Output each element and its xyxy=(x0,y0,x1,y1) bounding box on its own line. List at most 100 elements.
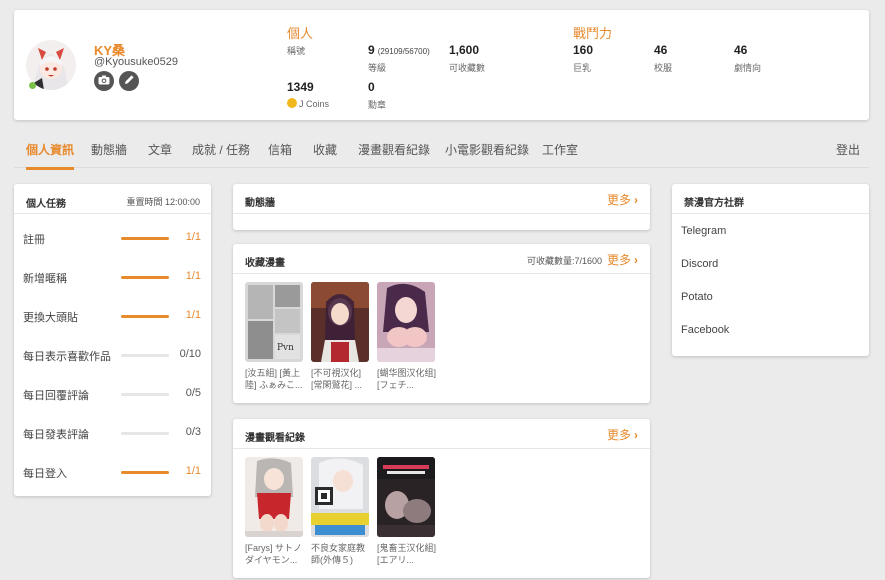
wall-card: 動態牆 更多 › xyxy=(233,184,650,230)
tab-wall[interactable]: 動態牆 xyxy=(91,141,127,167)
coin-icon xyxy=(287,98,297,108)
tab-achievements[interactable]: 成就 / 任務 xyxy=(192,141,250,167)
task-progress-fill xyxy=(121,237,169,240)
community-link-facebook[interactable]: Facebook xyxy=(681,324,729,336)
comic-caption[interactable]: [汝五組] [黃上陸] ふぁみこ... xyxy=(245,367,305,391)
level-progress: (29109/56700) xyxy=(377,47,430,56)
task-name: 每日回覆評論 xyxy=(23,390,89,402)
tab-studio[interactable]: 工作室 xyxy=(542,141,578,167)
comic-cover[interactable]: Pvn xyxy=(245,282,303,362)
chevron-right-icon: › xyxy=(634,428,638,442)
camera-icon xyxy=(98,74,110,88)
comic-caption[interactable]: 不良女家庭教師(外傳５) xyxy=(311,542,371,566)
task-count: 1/1 xyxy=(185,465,201,477)
edit-profile-button[interactable] xyxy=(119,71,139,91)
history-more-link[interactable]: 更多 › xyxy=(607,426,638,443)
comic-caption[interactable]: [Farys] サトノダイヤモン... xyxy=(245,542,305,566)
wall-more-link[interactable]: 更多 › xyxy=(607,191,638,208)
chevron-right-icon: › xyxy=(634,193,638,207)
tab-comic-history[interactable]: 漫畫觀看紀錄 xyxy=(358,141,430,167)
tab-mailbox[interactable]: 信箱 xyxy=(268,141,292,167)
comic-cover[interactable] xyxy=(377,282,435,362)
tasks-header: 個人任務 重置時間 12:00:00 xyxy=(14,184,211,214)
task-progress-fill xyxy=(121,471,169,474)
svg-text:Pvn: Pvn xyxy=(277,343,294,353)
task-progress-bar xyxy=(121,237,169,240)
task-count: 0/5 xyxy=(185,387,201,399)
favorites-capacity: 可收藏數量:7/1600 xyxy=(526,256,602,266)
task-name: 新增暱稱 xyxy=(23,273,67,285)
profile-card: KY桑 @Kyousuke0529 個人 稱號 9 (29109/56700) 等… xyxy=(14,10,869,120)
combat-value: 160 xyxy=(573,43,594,57)
coins-label-wrap: J Coins xyxy=(287,98,329,109)
combat-section-title: 戰鬥力 xyxy=(573,26,613,41)
comic-caption[interactable]: [蝴华图汉化组] [フェチ... xyxy=(377,367,437,391)
comic-cover[interactable] xyxy=(311,282,369,362)
task-progress-bar xyxy=(121,354,169,357)
collectible-label: 可收藏數 xyxy=(449,63,486,73)
task-name: 註冊 xyxy=(23,234,45,246)
task-progress-bar xyxy=(121,432,169,435)
task-name: 每日發表評論 xyxy=(23,429,89,441)
medals-label: 勳章 xyxy=(368,100,387,110)
tab-articles[interactable]: 文章 xyxy=(148,141,172,167)
task-progress-bar xyxy=(121,315,169,318)
online-status-dot xyxy=(29,82,36,89)
comic-caption[interactable]: [鬼畜王汉化組] [エアリ... xyxy=(377,542,437,566)
history-header: 漫畫觀看紀錄 更多 › xyxy=(233,419,650,449)
medals-value: 0 xyxy=(368,80,375,94)
task-count: 1/1 xyxy=(185,309,201,321)
favorites-title: 收藏漫畫 xyxy=(245,258,285,269)
task-progress-fill xyxy=(121,276,169,279)
official-community-panel: 禁漫官方社群 Telegram Discord Potato Facebook xyxy=(672,184,869,356)
task-name: 每日表示喜歡作品 xyxy=(23,351,111,363)
favorites-more-link[interactable]: 更多 › xyxy=(607,251,638,268)
history-title: 漫畫觀看紀錄 xyxy=(245,433,305,444)
tasks-reset-time: 重置時間 12:00:00 xyxy=(126,197,200,207)
chevron-right-icon: › xyxy=(634,253,638,267)
task-name: 每日登入 xyxy=(23,468,67,480)
community-link-discord[interactable]: Discord xyxy=(681,258,718,270)
title-label: 稱號 xyxy=(287,46,306,56)
community-link-potato[interactable]: Potato xyxy=(681,291,713,303)
combat-value: 46 xyxy=(654,43,668,57)
task-progress-fill xyxy=(121,315,169,318)
community-header: 禁漫官方社群 xyxy=(672,184,869,214)
tasks-title: 個人任務 xyxy=(26,199,66,210)
task-progress-bar xyxy=(121,276,169,279)
combat-value: 46 xyxy=(734,43,748,57)
favorites-card: 收藏漫畫 可收藏數量:7/1600 更多 › Pvn [汝五組] [黃上陸] ふぁ… xyxy=(233,244,650,403)
coins-value: 1349 xyxy=(287,80,314,94)
combat-label: 巨乳 xyxy=(573,63,592,73)
comic-cover[interactable] xyxy=(311,457,369,537)
task-progress-bar xyxy=(121,393,169,396)
comic-cover[interactable] xyxy=(377,457,435,537)
task-count: 1/1 xyxy=(185,231,201,243)
task-row: 每日表示喜歡作品 0/10 xyxy=(14,345,211,365)
task-name: 更換大頭貼 xyxy=(23,312,78,324)
task-row: 更換大頭貼 1/1 xyxy=(14,306,211,326)
coins-label: J Coins xyxy=(299,99,330,109)
wall-title: 動態牆 xyxy=(245,198,275,209)
tab-favorites[interactable]: 收藏 xyxy=(313,141,337,167)
favorites-header: 收藏漫畫 可收藏數量:7/1600 更多 › xyxy=(233,244,650,274)
comic-cover[interactable] xyxy=(245,457,303,537)
task-row: 每日回覆評論 0/5 xyxy=(14,384,211,404)
personal-section-title: 個人 xyxy=(287,26,314,41)
combat-label: 校服 xyxy=(654,63,673,73)
logout-link[interactable]: 登出 xyxy=(836,141,860,167)
task-count: 0/3 xyxy=(185,426,201,438)
tab-profile-info[interactable]: 個人資訊 xyxy=(26,141,75,170)
task-progress-bar xyxy=(121,471,169,474)
combat-label: 劇情向 xyxy=(734,63,762,73)
task-row: 新增暱稱 1/1 xyxy=(14,267,211,287)
tab-video-history[interactable]: 小電影觀看紀錄 xyxy=(445,141,529,167)
camera-button[interactable] xyxy=(94,71,114,91)
comic-caption[interactable]: [不可視汉化] [常閑鷲花] ... xyxy=(311,367,371,391)
level-label: 等級 xyxy=(368,63,387,73)
profile-tabs: 個人資訊 動態牆 文章 成就 / 任務 信箱 收藏 漫畫觀看紀錄 小電影觀看紀錄… xyxy=(14,136,869,170)
user-handle: @Kyousuke0529 xyxy=(94,56,178,68)
community-link-telegram[interactable]: Telegram xyxy=(681,225,726,237)
task-count: 1/1 xyxy=(185,270,201,282)
tasks-panel: 個人任務 重置時間 12:00:00 註冊 1/1 新增暱稱 1/1 更換大頭貼 1/1 每… xyxy=(14,184,211,496)
